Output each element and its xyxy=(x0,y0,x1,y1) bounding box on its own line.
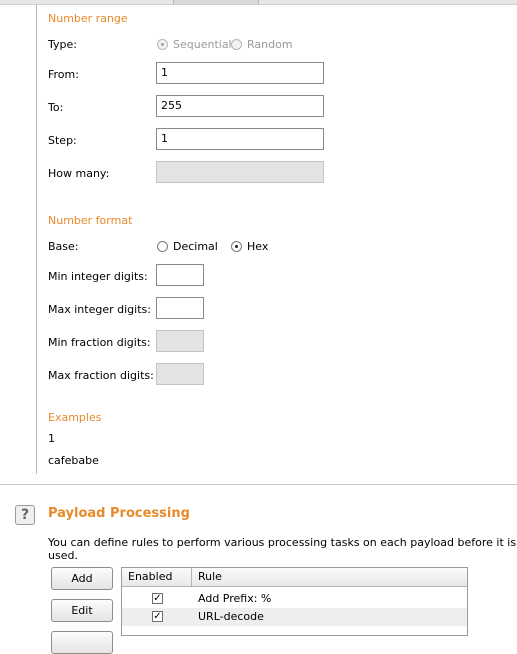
table-row[interactable]: ✓ Add Prefix: % xyxy=(122,590,467,608)
decimal-radio-label: Decimal xyxy=(173,240,218,253)
to-input[interactable]: 255 xyxy=(156,95,324,117)
to-label: To: xyxy=(48,101,64,114)
random-radio[interactable] xyxy=(231,39,242,50)
payload-processing-description: You can define rules to perform various … xyxy=(48,536,517,562)
examples-title: Examples xyxy=(48,411,102,424)
column-header-rule[interactable]: Rule xyxy=(192,568,467,586)
how-many-input xyxy=(156,161,324,183)
how-many-label: How many: xyxy=(48,167,110,180)
decimal-radio[interactable] xyxy=(157,241,168,252)
example-value: cafebabe xyxy=(48,454,99,467)
table-header: Enabled Rule xyxy=(122,568,467,587)
sequential-radio-label: Sequential xyxy=(173,38,232,51)
remove-button[interactable] xyxy=(51,631,113,654)
min-fraction-digits-input xyxy=(156,330,204,352)
number-format-title: Number format xyxy=(48,214,133,227)
random-radio-label: Random xyxy=(247,38,293,51)
enabled-checkbox[interactable]: ✓ xyxy=(152,611,163,622)
table-row[interactable]: ✓ URL-decode xyxy=(122,608,467,626)
payload-processing-title: Payload Processing xyxy=(48,506,190,521)
base-label: Base: xyxy=(48,240,79,253)
help-icon[interactable]: ? xyxy=(15,505,35,525)
rule-cell: URL-decode xyxy=(198,610,264,623)
min-fraction-digits-label: Min fraction digits: xyxy=(48,336,151,349)
hex-radio-label: Hex xyxy=(247,240,269,253)
max-fraction-digits-label: Max fraction digits: xyxy=(48,369,154,382)
section-divider xyxy=(0,484,517,485)
hex-radio[interactable] xyxy=(231,241,242,252)
step-input[interactable]: 1 xyxy=(156,128,324,150)
example-value: 1 xyxy=(48,432,55,445)
column-header-enabled[interactable]: Enabled xyxy=(122,568,192,586)
min-integer-digits-input[interactable] xyxy=(156,264,204,286)
from-input[interactable]: 1 xyxy=(156,62,324,84)
add-button[interactable]: Add xyxy=(51,567,113,590)
max-integer-digits-label: Max integer digits: xyxy=(48,303,151,316)
rule-cell: Add Prefix: % xyxy=(198,592,272,605)
processing-rules-table: Enabled Rule ✓ Add Prefix: % ✓ URL-decod… xyxy=(121,567,468,636)
step-label: Step: xyxy=(48,134,77,147)
enabled-checkbox[interactable]: ✓ xyxy=(152,593,163,604)
type-label: Type: xyxy=(48,38,77,51)
min-integer-digits-label: Min integer digits: xyxy=(48,270,148,283)
edit-button[interactable]: Edit xyxy=(51,599,113,622)
max-integer-digits-input[interactable] xyxy=(156,297,204,319)
sequential-radio[interactable] xyxy=(157,39,168,50)
max-fraction-digits-input xyxy=(156,363,204,385)
number-range-title: Number range xyxy=(48,12,128,25)
from-label: From: xyxy=(48,68,79,81)
